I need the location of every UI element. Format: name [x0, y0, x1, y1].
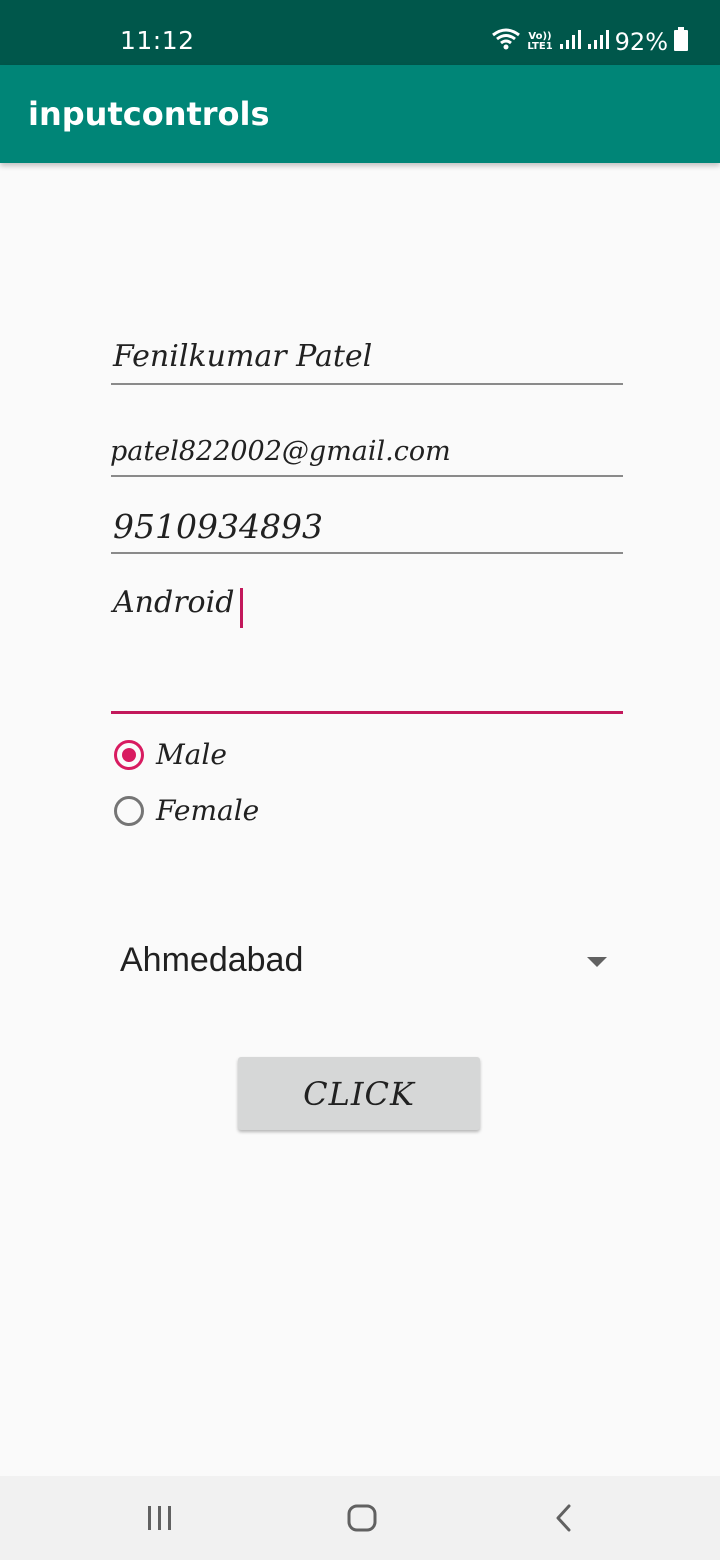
phone-value: 9510934893	[113, 507, 323, 546]
status-time: 11:12	[120, 26, 195, 55]
radio-checked-icon	[114, 739, 144, 770]
status-icons: Vo)) LTE1 92%	[491, 22, 688, 62]
multiline-field[interactable]: Android	[111, 583, 623, 714]
email-field[interactable]: patel822002@gmail.com	[110, 428, 623, 477]
text-cursor	[240, 587, 244, 628]
email-value: patel822002@gmail.com	[110, 436, 451, 467]
radio-female-label: Female	[156, 794, 260, 827]
battery-icon	[674, 27, 688, 57]
dropdown-arrow-icon[interactable]	[587, 957, 607, 967]
navigation-bar	[0, 1476, 720, 1560]
recent-apps-icon[interactable]	[146, 1500, 174, 1540]
signal-icon	[587, 28, 609, 56]
radio-female[interactable]: Female	[114, 794, 259, 827]
app-bar: inputcontrols	[0, 65, 720, 163]
battery-percent: 92%	[614, 28, 668, 56]
multiline-value: Android	[113, 585, 235, 620]
home-icon[interactable]	[344, 1500, 380, 1540]
signal-icon	[559, 28, 581, 56]
name-value: Fenilkumar Patel	[113, 339, 373, 374]
click-button[interactable]: CLICK	[238, 1057, 480, 1130]
status-bar: 11:12 Vo)) LTE1 92%	[0, 0, 720, 65]
network-label: Vo)) LTE1	[527, 31, 553, 52]
city-spinner-value: Ahmedabad	[120, 941, 304, 979]
radio-unchecked-icon	[114, 795, 144, 826]
app-title: inputcontrols	[28, 95, 270, 133]
name-field[interactable]: Fenilkumar Patel	[111, 335, 623, 385]
back-icon[interactable]	[550, 1500, 578, 1540]
wifi-icon	[491, 27, 521, 57]
phone-field[interactable]: 9510934893	[111, 505, 623, 554]
radio-male-label: Male	[156, 738, 227, 771]
radio-male[interactable]: Male	[114, 738, 227, 771]
